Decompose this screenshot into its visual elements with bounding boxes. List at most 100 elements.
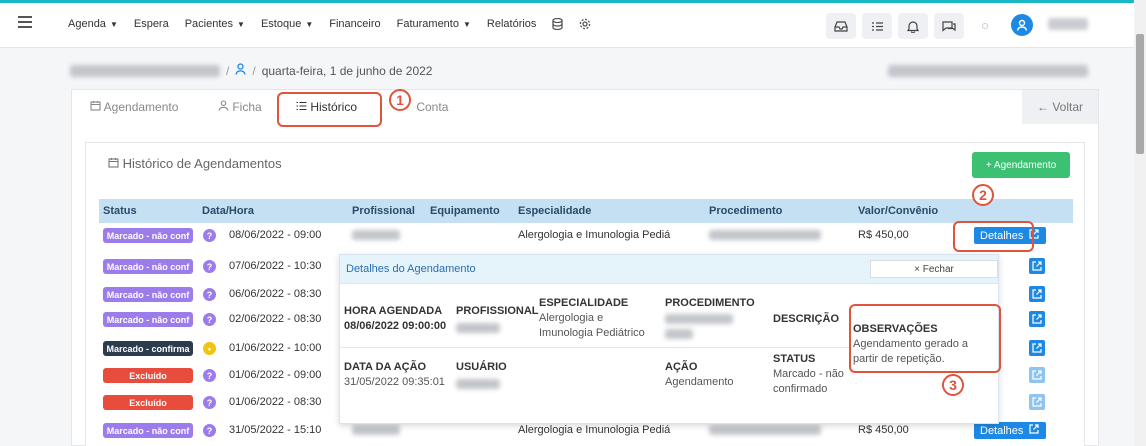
hora-value: 08/06/2022 09:00:00	[344, 320, 447, 332]
chevron-down-icon: ▼	[305, 20, 314, 29]
status-badge: Excluído	[103, 368, 193, 383]
bell-icon[interactable]	[898, 13, 928, 39]
person-icon	[235, 63, 246, 78]
col-especialidade[interactable]: Especialidade	[518, 205, 591, 217]
status-dot	[982, 23, 988, 29]
profissional-redacted	[352, 230, 400, 240]
status-value: Marcado - não confirmado	[773, 368, 844, 395]
hamburger-menu-icon[interactable]	[18, 16, 32, 30]
breadcrumb-date: quarta-feira, 1 de junho de 2022	[261, 63, 433, 78]
hora-label: HORA AGENDADA	[344, 305, 443, 317]
status-badge: Excluído	[103, 395, 193, 410]
tab-ficha[interactable]: Ficha	[218, 100, 262, 114]
col-equipamento[interactable]: Equipamento	[430, 205, 500, 217]
annotation-number-1: 1	[389, 89, 411, 111]
patient-name-redacted[interactable]	[70, 64, 220, 77]
menu-financeiro[interactable]: Financeiro	[329, 18, 380, 33]
menu-espera[interactable]: Espera	[134, 18, 169, 33]
checklist-icon[interactable]	[862, 13, 892, 39]
col-datahora[interactable]: Data/Hora	[202, 205, 254, 217]
annotation-number-2: 2	[972, 184, 994, 206]
status-label: STATUS	[773, 353, 816, 365]
main-menu: Agenda ▼ Espera Pacientes ▼ Estoque ▼ Finan…	[68, 17, 607, 33]
question-icon[interactable]: ?	[203, 313, 216, 326]
profissional-label: PROFISSIONAL	[456, 305, 539, 317]
annotation-number-3: 3	[942, 374, 964, 396]
external-link-icon[interactable]	[1029, 394, 1045, 410]
external-link-icon[interactable]	[1029, 367, 1045, 383]
menu-pacientes[interactable]: Pacientes ▼	[185, 18, 245, 33]
inbox-icon[interactable]	[826, 13, 856, 39]
row-datetime: 07/06/2022 - 10:30	[229, 260, 322, 272]
menu-relatorios[interactable]: Relatórios	[487, 18, 537, 33]
historico-title: Histórico de Agendamentos	[108, 156, 282, 171]
row-especialidade: Alergologia e Imunologia Pediá	[518, 229, 671, 241]
confirmed-face-icon[interactable]: •	[203, 342, 216, 355]
menu-agenda[interactable]: Agenda ▼	[68, 18, 118, 33]
procedimento-redacted	[709, 230, 821, 240]
question-icon[interactable]: ?	[203, 369, 216, 382]
external-link-icon[interactable]	[1029, 258, 1045, 274]
row-valor: R$ 450,00	[858, 424, 909, 436]
user-name-redacted[interactable]	[1048, 18, 1088, 30]
annotation-highlight-detalhes	[953, 221, 1034, 252]
external-link-icon[interactable]	[1029, 340, 1045, 356]
question-icon[interactable]: ?	[203, 396, 216, 409]
gear-icon[interactable]	[579, 18, 591, 33]
procedimento-redacted	[665, 314, 733, 324]
question-icon[interactable]: ?	[203, 288, 216, 301]
fechar-button[interactable]: × Fechar	[870, 260, 998, 278]
profissional-redacted	[456, 323, 500, 333]
row-datetime: 01/06/2022 - 08:30	[229, 396, 322, 408]
especialidade-value: Alergologia e Imunologia Pediátrico	[539, 312, 645, 339]
row-datetime: 06/06/2022 - 08:30	[229, 288, 322, 300]
calendar-icon	[90, 100, 104, 114]
row-valor: R$ 450,00	[858, 229, 909, 241]
external-link-icon[interactable]	[1029, 311, 1045, 327]
acao-label: AÇÃO	[665, 361, 698, 373]
voltar-button[interactable]: ← Voltar	[1022, 90, 1098, 124]
toolbar-icons	[826, 13, 964, 39]
popup-header: Detalhes do Agendamento × Fechar	[340, 255, 998, 283]
chevron-down-icon: ▼	[109, 20, 118, 29]
historico-panel: Histórico de Agendamentos + Agendamento …	[85, 142, 1085, 446]
page-scrollbar[interactable]	[1134, 0, 1146, 446]
popup-title: Detalhes do Agendamento	[346, 263, 476, 275]
menu-faturamento[interactable]: Faturamento ▼	[397, 18, 471, 33]
user-icon	[1016, 19, 1028, 31]
row-datetime: 08/06/2022 - 09:00	[229, 229, 322, 241]
data-acao-value: 31/05/2022 09:35:01	[344, 376, 445, 388]
external-link-icon	[1029, 424, 1040, 437]
status-badge: Marcado - não conf	[103, 287, 193, 302]
status-badge: Marcado - confirma	[103, 341, 193, 356]
person-icon	[218, 100, 232, 114]
question-icon[interactable]: ?	[203, 229, 216, 242]
descricao-label: DESCRIÇÃO	[773, 313, 840, 325]
col-profissional[interactable]: Profissional	[352, 205, 415, 217]
usuario-redacted	[456, 379, 500, 389]
question-icon[interactable]: ?	[203, 424, 216, 437]
col-status[interactable]: Status	[103, 205, 137, 217]
col-procedimento[interactable]: Procedimento	[709, 205, 782, 217]
chat-icon[interactable]	[934, 13, 964, 39]
breadcrumb: / / quarta-feira, 1 de junho de 2022	[70, 63, 432, 78]
scroll-thumb[interactable]	[1136, 34, 1144, 154]
especialidade-label: ESPECIALIDADE	[539, 297, 629, 309]
status-badge: Marcado - não conf	[103, 312, 193, 327]
question-icon[interactable]: ?	[203, 260, 216, 273]
acao-value: Agendamento	[665, 376, 734, 388]
tab-agendamento[interactable]: Agendamento	[90, 100, 178, 114]
data-acao-label: DATA DA AÇÃO	[344, 361, 427, 373]
col-valor[interactable]: Valor/Convênio	[858, 205, 938, 217]
avatar[interactable]	[1011, 14, 1033, 36]
row-datetime: 31/05/2022 - 15:10	[229, 424, 322, 436]
table-row[interactable]: Marcado - não conf ? 08/06/2022 - 09:00 …	[99, 224, 1073, 247]
calendar-icon	[108, 156, 123, 171]
add-agendamento-button[interactable]: + Agendamento	[972, 152, 1070, 178]
database-icon[interactable]	[552, 17, 564, 33]
unit-name-redacted	[888, 65, 1088, 77]
detalhes-button[interactable]: Detalhes	[974, 422, 1046, 439]
menu-estoque[interactable]: Estoque ▼	[261, 18, 313, 33]
annotation-highlight-observacoes	[849, 304, 1001, 373]
external-link-icon[interactable]	[1029, 286, 1045, 302]
